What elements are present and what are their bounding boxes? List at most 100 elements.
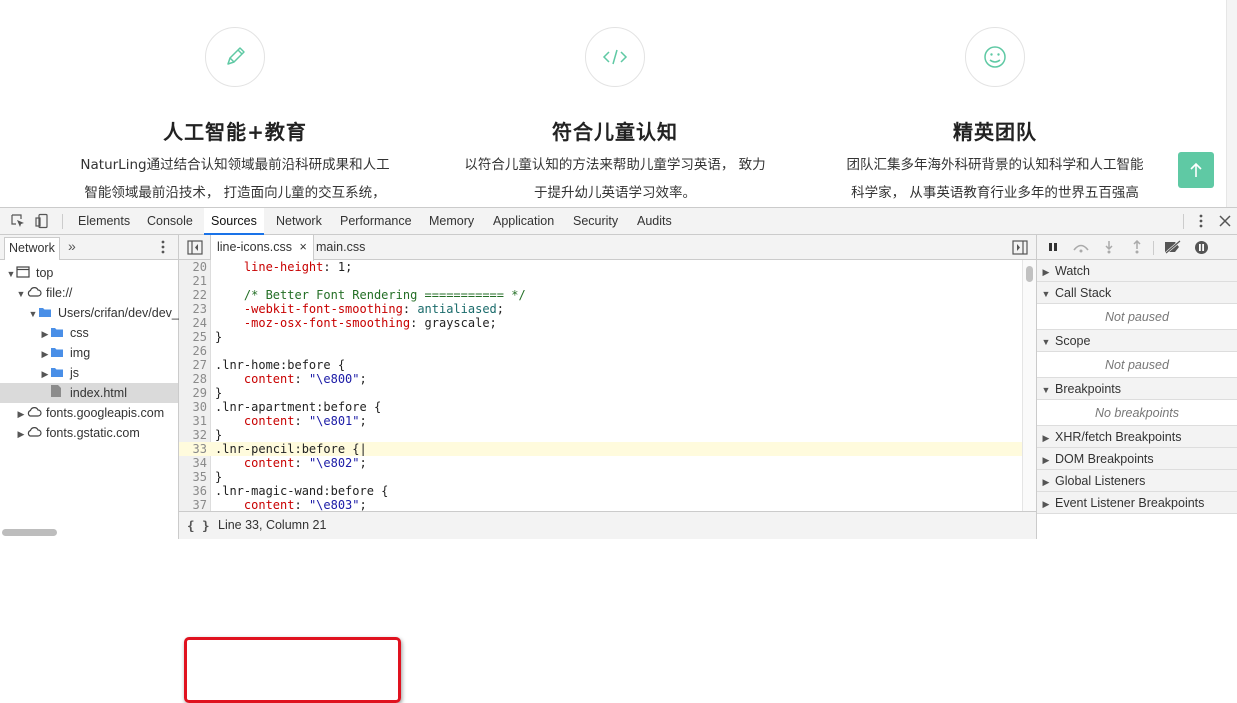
line-number[interactable]: 27 [179, 358, 207, 372]
code-line[interactable]: 24 -moz-osx-font-smoothing: grayscale; [179, 316, 1023, 330]
expanded-arrow-icon[interactable]: ▼ [1041, 331, 1051, 353]
collapsed-arrow-icon[interactable]: ▶ [1041, 261, 1051, 283]
editor-scrollbar[interactable] [1022, 260, 1036, 511]
debugger-section-header[interactable]: ▶ Event Listener Breakpoints [1037, 492, 1237, 514]
line-number[interactable]: 21 [179, 274, 207, 288]
code-line[interactable]: 37 content: "\e803"; [179, 498, 1023, 511]
tab-application[interactable]: Application [486, 208, 561, 234]
device-toolbar-icon[interactable] [34, 213, 50, 229]
code-line[interactable]: 22 /* Better Font Rendering =========== … [179, 288, 1023, 302]
collapsed-arrow-icon[interactable]: ▶ [16, 404, 26, 424]
debugger-section-header[interactable]: ▼ Call Stack [1037, 282, 1237, 304]
expanded-arrow-icon[interactable]: ▼ [1041, 283, 1051, 305]
code-line[interactable]: 30 .lnr-apartment:before { [179, 400, 1023, 414]
inspect-element-icon[interactable] [10, 213, 26, 229]
tab-elements[interactable]: Elements [71, 208, 137, 234]
collapsed-arrow-icon[interactable]: ▶ [1041, 427, 1051, 449]
tab-network[interactable]: Network [269, 208, 329, 234]
navigator-tab-network[interactable]: Network [4, 237, 60, 260]
code-line[interactable]: 35} [179, 470, 1023, 484]
line-number[interactable]: 36 [179, 484, 207, 498]
tab-audits[interactable]: Audits [630, 208, 679, 234]
step-out-icon[interactable] [1131, 239, 1143, 257]
debugger-section-header[interactable]: ▼ Breakpoints [1037, 378, 1237, 400]
expanded-arrow-icon[interactable]: ▼ [1041, 379, 1051, 401]
more-options-icon[interactable] [1193, 213, 1209, 229]
tab-security[interactable]: Security [566, 208, 625, 234]
code-line[interactable]: 29} [179, 386, 1023, 400]
pretty-print-button[interactable]: { } [187, 512, 210, 539]
code-area[interactable]: 20 line-height: 1; 21 22 /* Better Font Re… [179, 260, 1023, 511]
debugger-section-header[interactable]: ▶ DOM Breakpoints [1037, 448, 1237, 470]
tab-sources[interactable]: Sources [204, 208, 264, 235]
line-number[interactable]: 31 [179, 414, 207, 428]
debugger-section-header[interactable]: ▶ Watch [1037, 260, 1237, 282]
tree-item[interactable]: ▶ fonts.googleapis.com [0, 403, 178, 423]
collapsed-arrow-icon[interactable]: ▶ [40, 344, 50, 364]
tree-item[interactable]: ▼ file:// [0, 283, 178, 303]
pause-icon[interactable] [1047, 241, 1059, 256]
navigator-menu-icon[interactable] [155, 239, 171, 258]
line-number[interactable]: 35 [179, 470, 207, 484]
line-number[interactable]: 28 [179, 372, 207, 386]
code-line[interactable]: 28 content: "\e800"; [179, 372, 1023, 386]
line-number[interactable]: 32 [179, 428, 207, 442]
collapsed-arrow-icon[interactable]: ▶ [1041, 449, 1051, 471]
collapsed-arrow-icon[interactable]: ▶ [1041, 471, 1051, 493]
expanded-arrow-icon[interactable]: ▼ [16, 284, 26, 304]
code-line[interactable]: 20 line-height: 1; [179, 260, 1023, 274]
collapsed-arrow-icon[interactable]: ▶ [16, 424, 26, 444]
close-devtools-icon[interactable] [1217, 213, 1233, 229]
step-into-icon[interactable] [1103, 240, 1115, 257]
debugger-section-header[interactable]: ▶ XHR/fetch Breakpoints [1037, 426, 1237, 448]
collapsed-arrow-icon[interactable]: ▶ [40, 324, 50, 344]
code-line[interactable]: 36 .lnr-magic-wand:before { [179, 484, 1023, 498]
pause-on-exceptions-icon[interactable] [1194, 240, 1209, 258]
line-number[interactable]: 24 [179, 316, 207, 330]
back-to-top-button[interactable] [1178, 152, 1214, 188]
line-number[interactable]: 33 [179, 442, 207, 456]
tab-console[interactable]: Console [140, 208, 200, 234]
collapsed-arrow-icon[interactable]: ▶ [40, 364, 50, 384]
page-scrollbar[interactable] [1226, 0, 1237, 207]
tree-item[interactable]: index.html [0, 383, 178, 403]
code-line[interactable]: 25} [179, 330, 1023, 344]
step-over-icon[interactable] [1072, 241, 1090, 256]
code-line[interactable]: 32} [179, 428, 1023, 442]
tab-performance[interactable]: Performance [333, 208, 419, 234]
line-number[interactable]: 22 [179, 288, 207, 302]
debugger-section-header[interactable]: ▼ Scope [1037, 330, 1237, 352]
line-number[interactable]: 30 [179, 400, 207, 414]
toggle-debugger-icon[interactable] [1012, 240, 1028, 258]
file-tab-main[interactable]: main.css [310, 235, 371, 260]
toggle-navigator-icon[interactable] [187, 240, 203, 258]
code-line[interactable]: 33 .lnr-pencil:before {| [179, 442, 1023, 456]
code-line[interactable]: 21 [179, 274, 1023, 288]
tree-item[interactable]: ▶ fonts.gstatic.com [0, 423, 178, 443]
line-number[interactable]: 26 [179, 344, 207, 358]
code-line[interactable]: 23 -webkit-font-smoothing: antialiased; [179, 302, 1023, 316]
close-tab-icon[interactable]: × [300, 240, 307, 254]
editor-scroll-thumb[interactable] [1026, 266, 1033, 282]
tree-item[interactable]: ▶ css [0, 323, 178, 343]
code-line[interactable]: 31 content: "\e801"; [179, 414, 1023, 428]
deactivate-breakpoints-icon[interactable] [1163, 240, 1183, 257]
code-line[interactable]: 26 [179, 344, 1023, 358]
expanded-arrow-icon[interactable]: ▼ [28, 304, 38, 324]
more-tabs-button[interactable]: » [68, 238, 76, 254]
debugger-section-header[interactable]: ▶ Global Listeners [1037, 470, 1237, 492]
tab-memory[interactable]: Memory [422, 208, 481, 234]
line-number[interactable]: 25 [179, 330, 207, 344]
line-number[interactable]: 29 [179, 386, 207, 400]
code-line[interactable]: 34 content: "\e802"; [179, 456, 1023, 470]
tree-item[interactable]: ▼ Users/crifan/dev/dev_ [0, 303, 179, 324]
tree-item[interactable]: ▶ js [0, 363, 178, 383]
expanded-arrow-icon[interactable]: ▼ [6, 264, 16, 284]
file-tab-line-icons[interactable]: line-icons.css × [210, 235, 314, 261]
navigator-scrollbar[interactable] [2, 529, 57, 536]
collapsed-arrow-icon[interactable]: ▶ [1041, 493, 1051, 515]
tree-item[interactable]: ▶ img [0, 343, 178, 363]
code-line[interactable]: 27 .lnr-home:before { [179, 358, 1023, 372]
line-number[interactable]: 34 [179, 456, 207, 470]
line-number[interactable]: 37 [179, 498, 207, 511]
